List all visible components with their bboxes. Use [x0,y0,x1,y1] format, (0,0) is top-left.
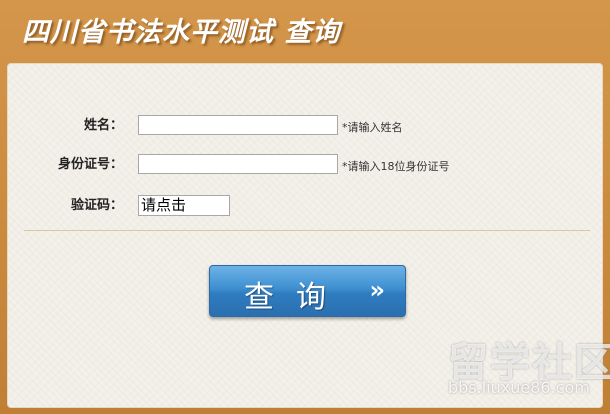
form-divider [24,230,590,231]
name-hint: *请输入姓名 [342,121,403,134]
id-number-label: 身份证号： [57,157,123,172]
name-row: 姓名： *请输入姓名 [8,115,604,137]
query-button[interactable]: 查询 » [209,265,406,317]
double-chevron-right-icon: » [369,276,384,304]
query-button-label: 查询 [244,280,348,315]
page-frame: 四川省书法水平测试 查询 姓名： *请输入姓名 身份证号： *请输入18位身份证… [0,0,610,414]
id-number-input[interactable] [138,154,338,174]
site-watermark: 留学社区 bbs.liuxue86.com [448,330,610,408]
name-input[interactable] [138,115,338,135]
page-title: 四川省书法水平测试 查询 [22,17,341,48]
watermark-url: bbs.liuxue86.com [448,378,590,397]
captcha-button[interactable]: 请点击 [138,195,230,216]
id-number-row: 身份证号： *请输入18位身份证号 [8,154,604,176]
captcha-label: 验证码： [70,198,123,213]
id-number-hint: *请输入18位身份证号 [342,160,450,173]
name-label: 姓名： [83,118,123,133]
captcha-row: 验证码： 请点击 [8,195,604,217]
